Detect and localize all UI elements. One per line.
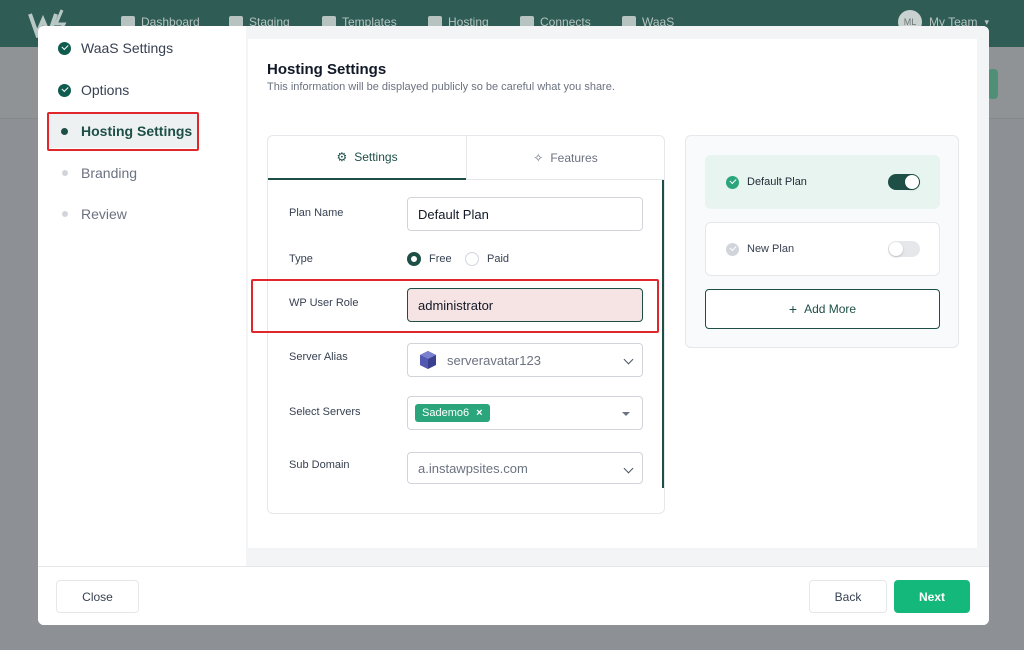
- check-circle-icon: [726, 242, 739, 256]
- plan-toggle-default[interactable]: [888, 174, 920, 190]
- check-circle-icon: [726, 175, 739, 189]
- plan-toggle-new[interactable]: [888, 241, 920, 257]
- page-subtitle: This information will be displayed publi…: [267, 81, 615, 93]
- caret-down-icon: [622, 412, 630, 416]
- sub-domain-select[interactable]: a.instawpsites.com: [407, 452, 643, 484]
- plans-panel: Default Plan New Plan + Add More: [685, 135, 959, 348]
- server-icon: [418, 350, 438, 370]
- plan-name-label: Plan Name: [289, 207, 344, 219]
- type-label: Type: [289, 253, 313, 265]
- pending-step-dot-icon: [58, 167, 71, 180]
- background-button: [988, 69, 998, 99]
- toggle-knob: [889, 242, 903, 256]
- chevron-down-icon: [623, 463, 634, 474]
- type-radio-free[interactable]: Free: [407, 252, 452, 266]
- toggle-knob: [905, 175, 919, 189]
- server-alias-select[interactable]: serveravatar123: [407, 343, 643, 377]
- select-servers-label: Select Servers: [289, 406, 361, 418]
- step-sidebar: WaaS Settings Options Hosting Settings B…: [38, 26, 248, 566]
- plus-icon: +: [788, 301, 798, 317]
- plan-item-default[interactable]: Default Plan: [705, 155, 940, 209]
- step-review[interactable]: Review: [48, 197, 198, 231]
- close-button[interactable]: Close: [56, 580, 139, 613]
- highlight-box-step: [47, 112, 199, 151]
- tab-bar: ⚙ Settings ✧ Features: [268, 136, 664, 180]
- server-tag: Sademo6 ×: [415, 404, 490, 422]
- check-circle-icon: [58, 83, 71, 97]
- tab-features[interactable]: ✧ Features: [466, 136, 664, 179]
- select-servers-input[interactable]: Sademo6 ×: [407, 396, 643, 430]
- step-branding[interactable]: Branding: [48, 156, 198, 190]
- check-circle-icon: [58, 41, 71, 55]
- step-options[interactable]: Options: [48, 73, 198, 107]
- radio-selected-icon: [407, 252, 421, 266]
- page-title: Hosting Settings: [267, 61, 387, 78]
- sub-domain-label: Sub Domain: [289, 459, 350, 471]
- plan-item-new[interactable]: New Plan: [705, 222, 940, 276]
- plan-name-input[interactable]: Default Plan: [407, 197, 643, 231]
- scrollbar[interactable]: [662, 180, 664, 488]
- pending-step-dot-icon: [58, 208, 71, 221]
- sparkle-icon: ✧: [533, 150, 544, 165]
- server-alias-label: Server Alias: [289, 351, 348, 363]
- hosting-settings-modal: WaaS Settings Options Hosting Settings B…: [38, 26, 989, 625]
- add-more-button[interactable]: + Add More: [705, 289, 940, 329]
- chevron-down-icon: [623, 354, 634, 365]
- modal-footer: Close Back Next: [38, 566, 989, 625]
- back-button[interactable]: Back: [809, 580, 887, 613]
- type-radio-paid[interactable]: Paid: [465, 252, 509, 266]
- tab-settings[interactable]: ⚙ Settings: [268, 136, 466, 180]
- step-waas-settings[interactable]: WaaS Settings: [48, 31, 198, 65]
- gear-icon: ⚙: [336, 150, 348, 164]
- remove-tag-icon[interactable]: ×: [476, 407, 482, 419]
- highlight-box-wp-user-role: [251, 279, 659, 333]
- next-button[interactable]: Next: [894, 580, 970, 613]
- radio-unselected-icon: [465, 252, 479, 266]
